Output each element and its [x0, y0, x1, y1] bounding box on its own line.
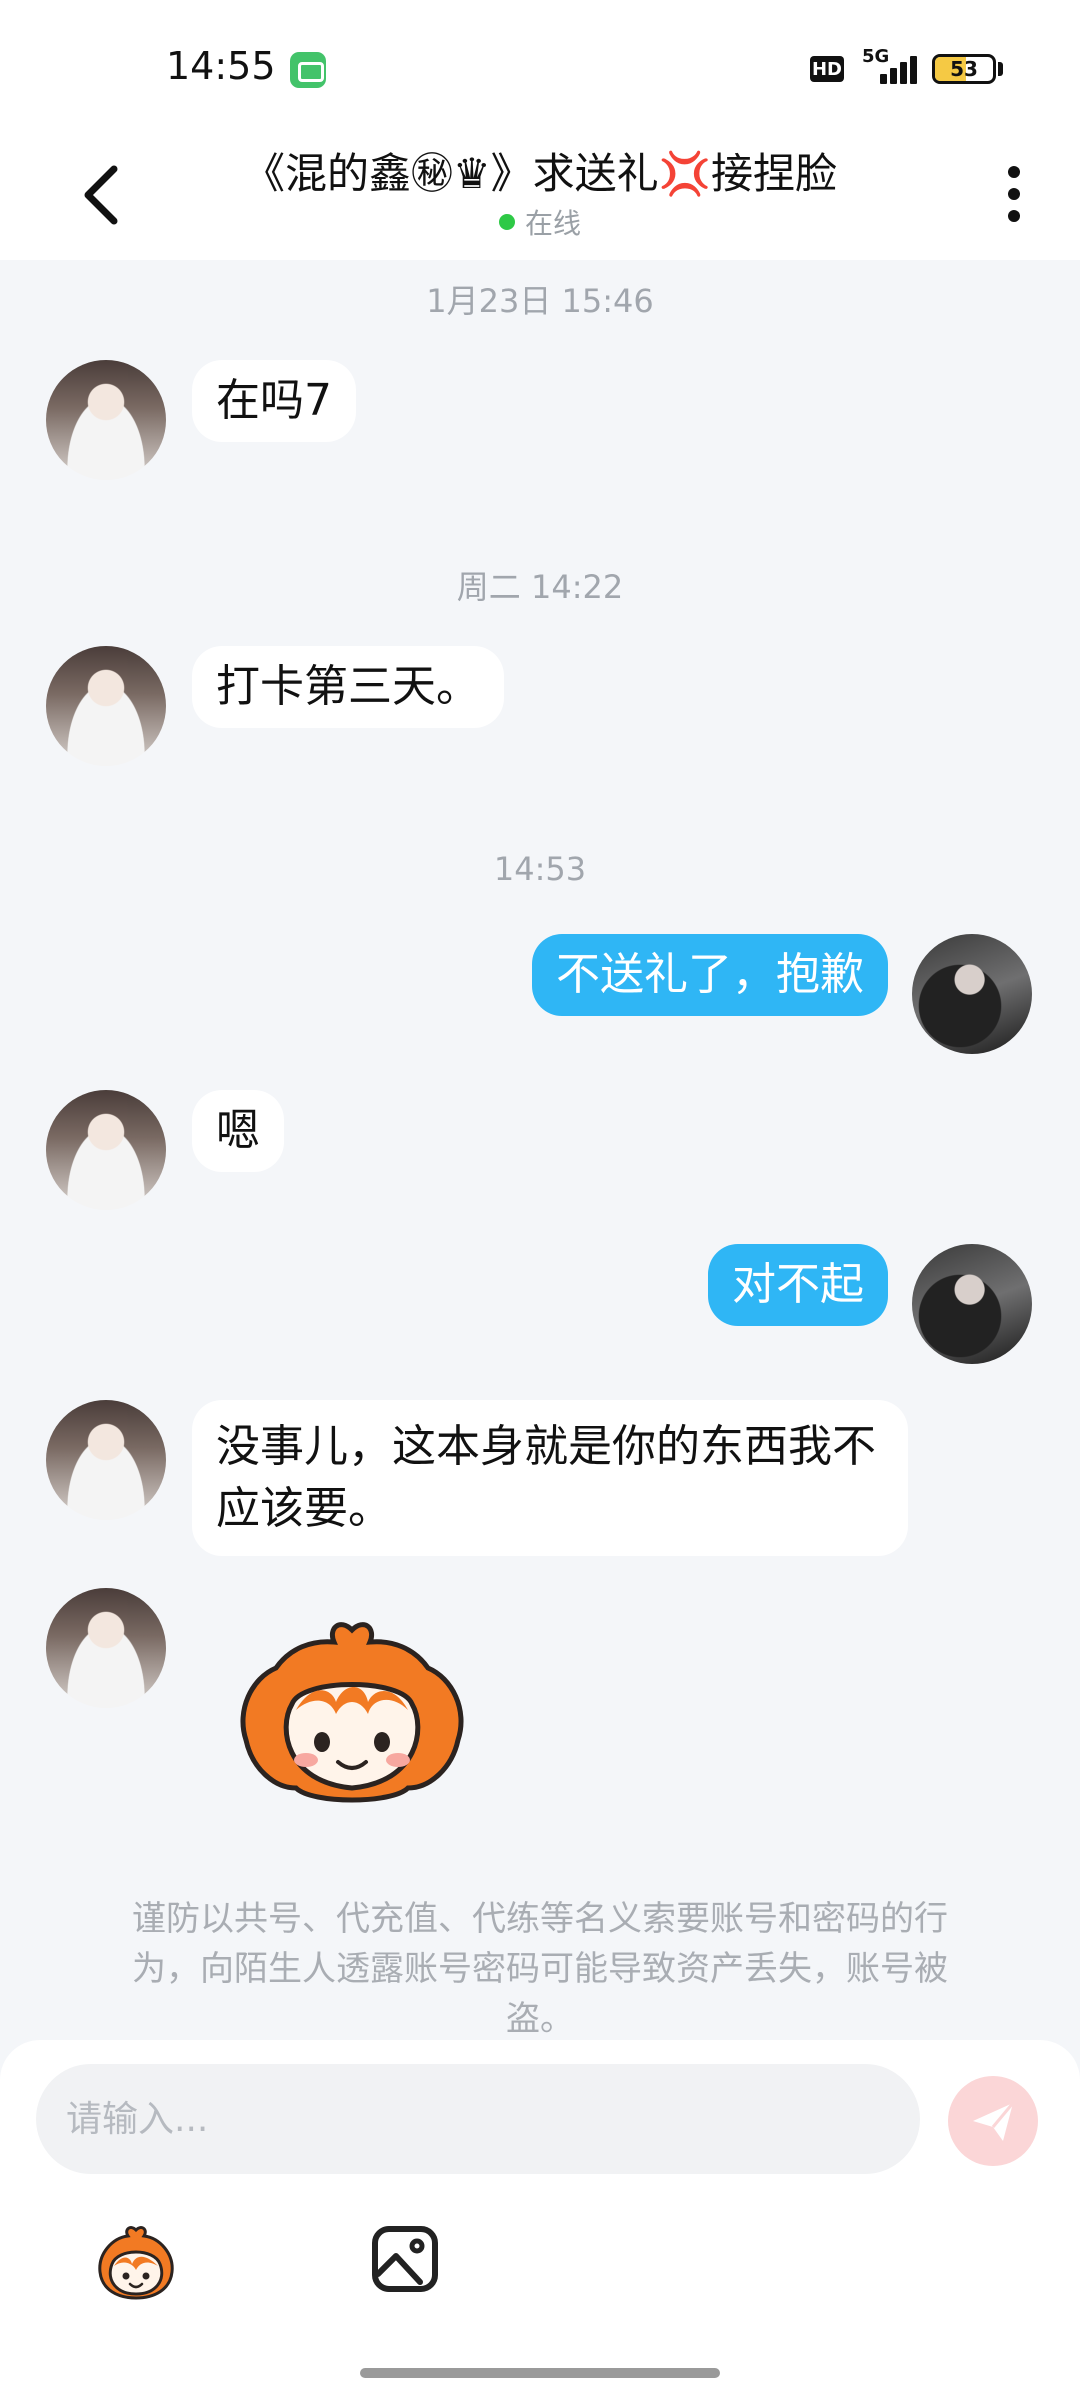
contact-avatar[interactable]: [46, 360, 166, 480]
incoming-message[interactable]: 打卡第三天。: [192, 646, 504, 728]
input-panel: [0, 2040, 1080, 2400]
self-avatar[interactable]: [912, 934, 1032, 1054]
signal-strength-icon: [866, 54, 918, 84]
chat-messages[interactable]: 1月23日 15:46 在吗7 周二 14:22 打卡第三天。 14:53 不送…: [0, 260, 1080, 2040]
online-status: 在线: [0, 202, 1080, 242]
image-icon[interactable]: [370, 2224, 440, 2294]
mascot-sticker[interactable]: [232, 1618, 472, 1818]
online-dot-icon: [498, 214, 515, 230]
incoming-message[interactable]: 嗯: [192, 1090, 284, 1172]
self-avatar[interactable]: [912, 1244, 1032, 1364]
contact-avatar[interactable]: [46, 646, 166, 766]
contact-avatar[interactable]: [46, 1588, 166, 1708]
contact-avatar[interactable]: [46, 1090, 166, 1210]
timestamp: 周二 14:22: [456, 568, 624, 606]
battery-level: 53: [950, 57, 978, 81]
more-vertical-icon: [1008, 166, 1020, 178]
outgoing-message[interactable]: 不送礼了，抱歉: [532, 934, 888, 1016]
home-indicator[interactable]: [360, 2368, 720, 2378]
chat-title: 《混的鑫㊙♛》求送礼💢接捏脸: [243, 149, 837, 198]
security-warning: 谨防以共号、代充值、代练等名义索要账号和密码的行为，向陌生人透露账号密码可能导致…: [132, 1899, 948, 2039]
timestamp: 1月23日 15:46: [426, 282, 654, 320]
timestamp: 14:53: [493, 850, 587, 888]
send-icon: [973, 2102, 1015, 2141]
online-status-label: 在线: [524, 207, 581, 240]
message-notification-icon: [290, 52, 326, 88]
battery-cap: [998, 62, 1003, 76]
send-button[interactable]: [948, 2076, 1038, 2166]
emoji-mascot-icon[interactable]: [92, 2224, 180, 2304]
message-input[interactable]: [36, 2064, 920, 2174]
chat-header: 《混的鑫㊙♛》求送礼💢接捏脸 在线: [0, 130, 1080, 260]
hd-badge: HD: [810, 56, 844, 82]
more-options-button[interactable]: [998, 160, 1032, 230]
incoming-message[interactable]: 在吗7: [192, 360, 356, 442]
battery-icon: 53: [932, 54, 996, 84]
outgoing-message[interactable]: 对不起: [708, 1244, 888, 1326]
status-time: 14:55: [166, 44, 276, 88]
contact-avatar[interactable]: [46, 1400, 166, 1520]
incoming-message[interactable]: 没事儿，这本身就是你的东西我不应该要。: [192, 1400, 908, 1556]
status-bar: 14:55 HD 5G 53: [0, 0, 1080, 130]
